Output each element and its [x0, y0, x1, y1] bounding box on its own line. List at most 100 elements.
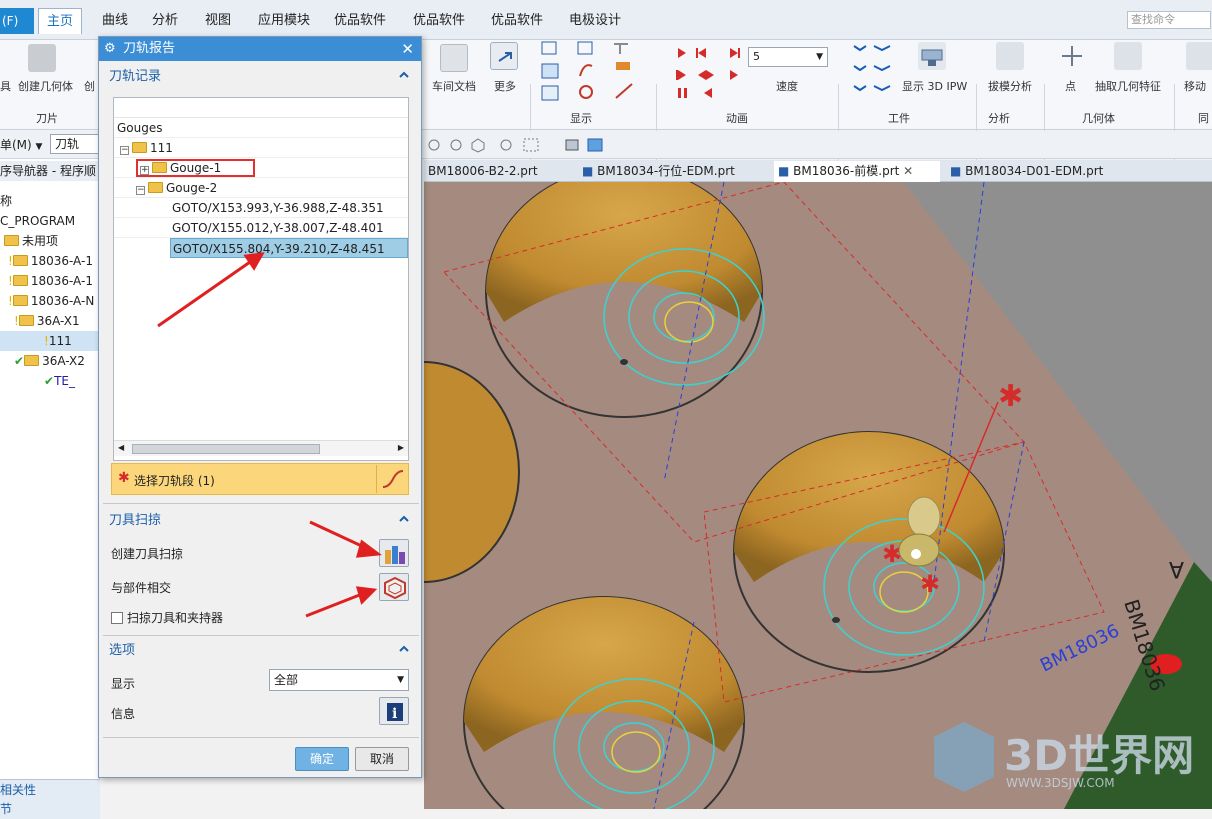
workshop-doc-label[interactable]: 车间文档	[432, 78, 476, 94]
tree-gouge-1[interactable]: + Gouge-1	[114, 158, 408, 178]
tab-bm18034-edm[interactable]: ■ BM18034-行位-EDM.prt	[578, 161, 768, 182]
menu-youpin-1[interactable]: 优品软件	[326, 8, 394, 34]
tab-bm18006-b2-2[interactable]: BM18006-B2-2.prt	[424, 161, 574, 182]
nav-item-label: TE_	[54, 374, 75, 388]
section-toolpath-record[interactable]: 刀轨记录	[105, 65, 417, 89]
create-sweep-label: 创建刀具扫掠	[111, 547, 184, 561]
point-icon[interactable]	[1060, 44, 1084, 68]
info-button[interactable]: i	[379, 697, 409, 725]
navigator-title: 序导航器 - 程序顺	[0, 161, 100, 181]
nav-item-label: 18036-A-N	[30, 294, 95, 308]
move-icon[interactable]	[1186, 42, 1212, 70]
nav-item-program[interactable]: C_PROGRAM	[0, 211, 100, 231]
speed-select[interactable]: 5 ▼	[748, 47, 828, 67]
tree-program-label: 111	[150, 141, 173, 155]
collapse-icon[interactable]: −	[120, 146, 129, 155]
more-icon[interactable]	[490, 42, 518, 70]
intersect-part-button[interactable]	[379, 573, 409, 601]
required-star-icon: ✱	[118, 470, 130, 486]
workshop-doc-icon[interactable]	[440, 44, 468, 72]
collapse-icon[interactable]: −	[136, 186, 145, 195]
collapse-chevron-icon[interactable]	[399, 644, 409, 654]
animation-controls[interactable]	[668, 40, 748, 104]
sweep-holder-option[interactable]: 扫掠刀具和夹持器	[111, 609, 223, 626]
nav-item-op[interactable]: ! 18036-A-1	[0, 251, 100, 271]
type-filter-select[interactable]: 刀轨	[50, 134, 102, 154]
dependencies-panel-header[interactable]: 相关性	[0, 779, 100, 799]
command-search-input[interactable]: 查找命令	[1127, 11, 1211, 29]
nav-item-unused[interactable]: 未用项	[0, 231, 100, 251]
nav-item-selected[interactable]: !111	[0, 331, 100, 351]
create-geometry-icon[interactable]	[28, 44, 56, 72]
point-label[interactable]: 点	[1065, 78, 1076, 94]
draft-analysis-label[interactable]: 拔模分析	[988, 78, 1032, 94]
tree-goto-row[interactable]: GOTO/X153.993,Y-36.988,Z-48.351	[114, 198, 408, 218]
file-menu[interactable]: (F)	[0, 8, 34, 34]
curve-select-icon[interactable]	[376, 465, 408, 493]
draft-analysis-icon[interactable]	[996, 42, 1024, 70]
section-options[interactable]: 选项	[105, 639, 417, 663]
ipw-icon[interactable]	[918, 42, 946, 70]
create-sweep-button[interactable]	[379, 539, 409, 567]
folder-icon	[12, 255, 28, 266]
menu-dropdown[interactable]: 单(M) ▼	[0, 136, 42, 153]
scrollbar-thumb[interactable]	[132, 444, 320, 454]
nav-item-op[interactable]: ! 18036-A-1	[0, 271, 100, 291]
close-icon[interactable]: ✕	[401, 37, 414, 61]
menu-curve[interactable]: 曲线	[94, 8, 136, 34]
tab-bm18034-d01-edm[interactable]: ■ BM18034-D01-EDM.prt	[946, 161, 1136, 182]
animation-group-label: 动画	[726, 112, 748, 125]
menu-view[interactable]: 视图	[197, 8, 239, 34]
collapse-chevron-icon[interactable]	[399, 514, 409, 524]
expand-icon[interactable]: +	[140, 166, 149, 175]
move-label[interactable]: 移动	[1184, 78, 1206, 94]
folder-icon	[12, 275, 28, 286]
ok-button[interactable]: 确定	[295, 747, 349, 771]
display-tools	[540, 40, 650, 104]
menu-app-modules[interactable]: 应用模块	[250, 8, 318, 34]
scroll-left-icon[interactable]: ◀	[118, 443, 124, 452]
tree-root[interactable]: Gouges	[114, 118, 408, 138]
ipw-tools[interactable]	[850, 42, 894, 102]
dialog-title-bar[interactable]: ⚙ 刀轨报告 ✕	[99, 37, 421, 61]
scroll-right-icon[interactable]: ▶	[398, 443, 404, 452]
graphics-viewport[interactable]: ✱ ✱ ✱ BM18036 BM18036 A 3D世界网 WWW.3DSJW.…	[424, 182, 1212, 809]
horizontal-scrollbar[interactable]: ◀ ▶	[114, 440, 408, 456]
nav-item-group[interactable]: ! 36A-X1	[0, 311, 100, 331]
tab-bm18036-front-mold[interactable]: ■ BM18036-前模.prt ✕	[774, 161, 940, 182]
menu-bar: (F) 主页 曲线 分析 视图 应用模块 优品软件 优品软件 优品软件 电极设计…	[0, 0, 1212, 40]
tree-program[interactable]: − 111	[114, 138, 408, 158]
menu-dropdown-label: 单(M)	[0, 138, 32, 152]
tree-goto-row-selected[interactable]: GOTO/X155.804,Y-39.210,Z-48.451	[170, 238, 408, 258]
display-select[interactable]: 全部 ▼	[269, 669, 409, 691]
details-panel-header[interactable]: 节	[0, 799, 100, 819]
section-title: 刀轨记录	[109, 69, 162, 84]
menu-youpin-3[interactable]: 优品软件	[483, 8, 551, 34]
selection-tools[interactable]	[426, 135, 626, 155]
workpiece-group-label: 工件	[888, 112, 910, 125]
menu-home[interactable]: 主页	[38, 8, 83, 34]
show-ipw-button[interactable]: 显示 3D IPW	[902, 78, 967, 94]
more-label[interactable]: 更多	[494, 78, 516, 94]
nav-item-group[interactable]: ✔ 36A-X2	[0, 351, 100, 371]
menu-youpin-2[interactable]: 优品软件	[405, 8, 473, 34]
nav-item-op[interactable]: ! 18036-A-N	[0, 291, 100, 311]
nav-item-label: 111	[48, 334, 72, 348]
tree-goto-row[interactable]: GOTO/X155.012,Y-38.007,Z-48.401	[114, 218, 408, 238]
create-geometry-label[interactable]: 创建几何体	[18, 78, 73, 94]
nav-item-op[interactable]: ✔TE_	[0, 371, 100, 391]
sweep-holder-checkbox[interactable]	[111, 612, 123, 624]
tree-gouge-2[interactable]: − Gouge-2	[114, 178, 408, 198]
extract-geometry-icon[interactable]	[1114, 42, 1142, 70]
menu-electrode[interactable]: 电极设计	[561, 8, 629, 34]
close-icon[interactable]: ✕	[903, 164, 913, 178]
part-icon: ■	[582, 164, 594, 178]
goto-label: GOTO/X155.012,Y-38.007,Z-48.401	[172, 221, 384, 235]
collapse-chevron-icon[interactable]	[399, 70, 409, 80]
folder-icon	[4, 235, 19, 246]
extract-geometry-label[interactable]: 抽取几何特征	[1095, 78, 1161, 94]
cancel-button[interactable]: 取消	[355, 747, 409, 771]
section-tool-sweep[interactable]: 刀具扫掠	[105, 509, 417, 533]
menu-analysis[interactable]: 分析	[144, 8, 186, 34]
select-toolpath-segment[interactable]: ✱ 选择刀轨段 (1)	[111, 463, 409, 495]
